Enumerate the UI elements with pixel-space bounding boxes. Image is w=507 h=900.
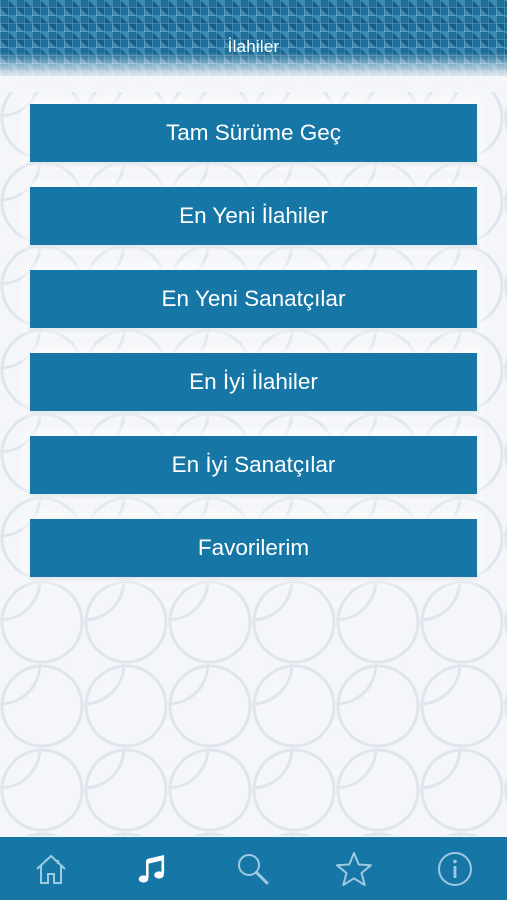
menu-button-newest-artists[interactable]: En Yeni Sanatçılar — [30, 270, 477, 328]
tab-favorites[interactable] — [303, 837, 404, 900]
music-note-icon — [138, 854, 164, 883]
info-icon — [437, 851, 472, 886]
menu-button-top-artists[interactable]: En İyi Sanatçılar — [30, 436, 477, 494]
tab-search[interactable] — [202, 837, 303, 900]
menu-button-full-version[interactable]: Tam Sürüme Geç — [30, 104, 477, 162]
tab-info[interactable] — [404, 837, 505, 900]
page-title: İlahiler — [227, 37, 280, 56]
menu-button-favorites[interactable]: Favorilerim — [30, 519, 477, 577]
star-icon — [335, 851, 372, 886]
tab-music[interactable] — [101, 837, 202, 900]
search-icon — [237, 853, 268, 884]
tab-bar — [0, 837, 507, 900]
menu-button-newest-hymns[interactable]: En Yeni İlahiler — [30, 187, 477, 245]
menu-button-top-hymns[interactable]: En İyi İlahiler — [30, 353, 477, 411]
header-fade — [0, 52, 507, 92]
tab-home[interactable] — [0, 837, 101, 900]
home-icon — [35, 854, 66, 884]
